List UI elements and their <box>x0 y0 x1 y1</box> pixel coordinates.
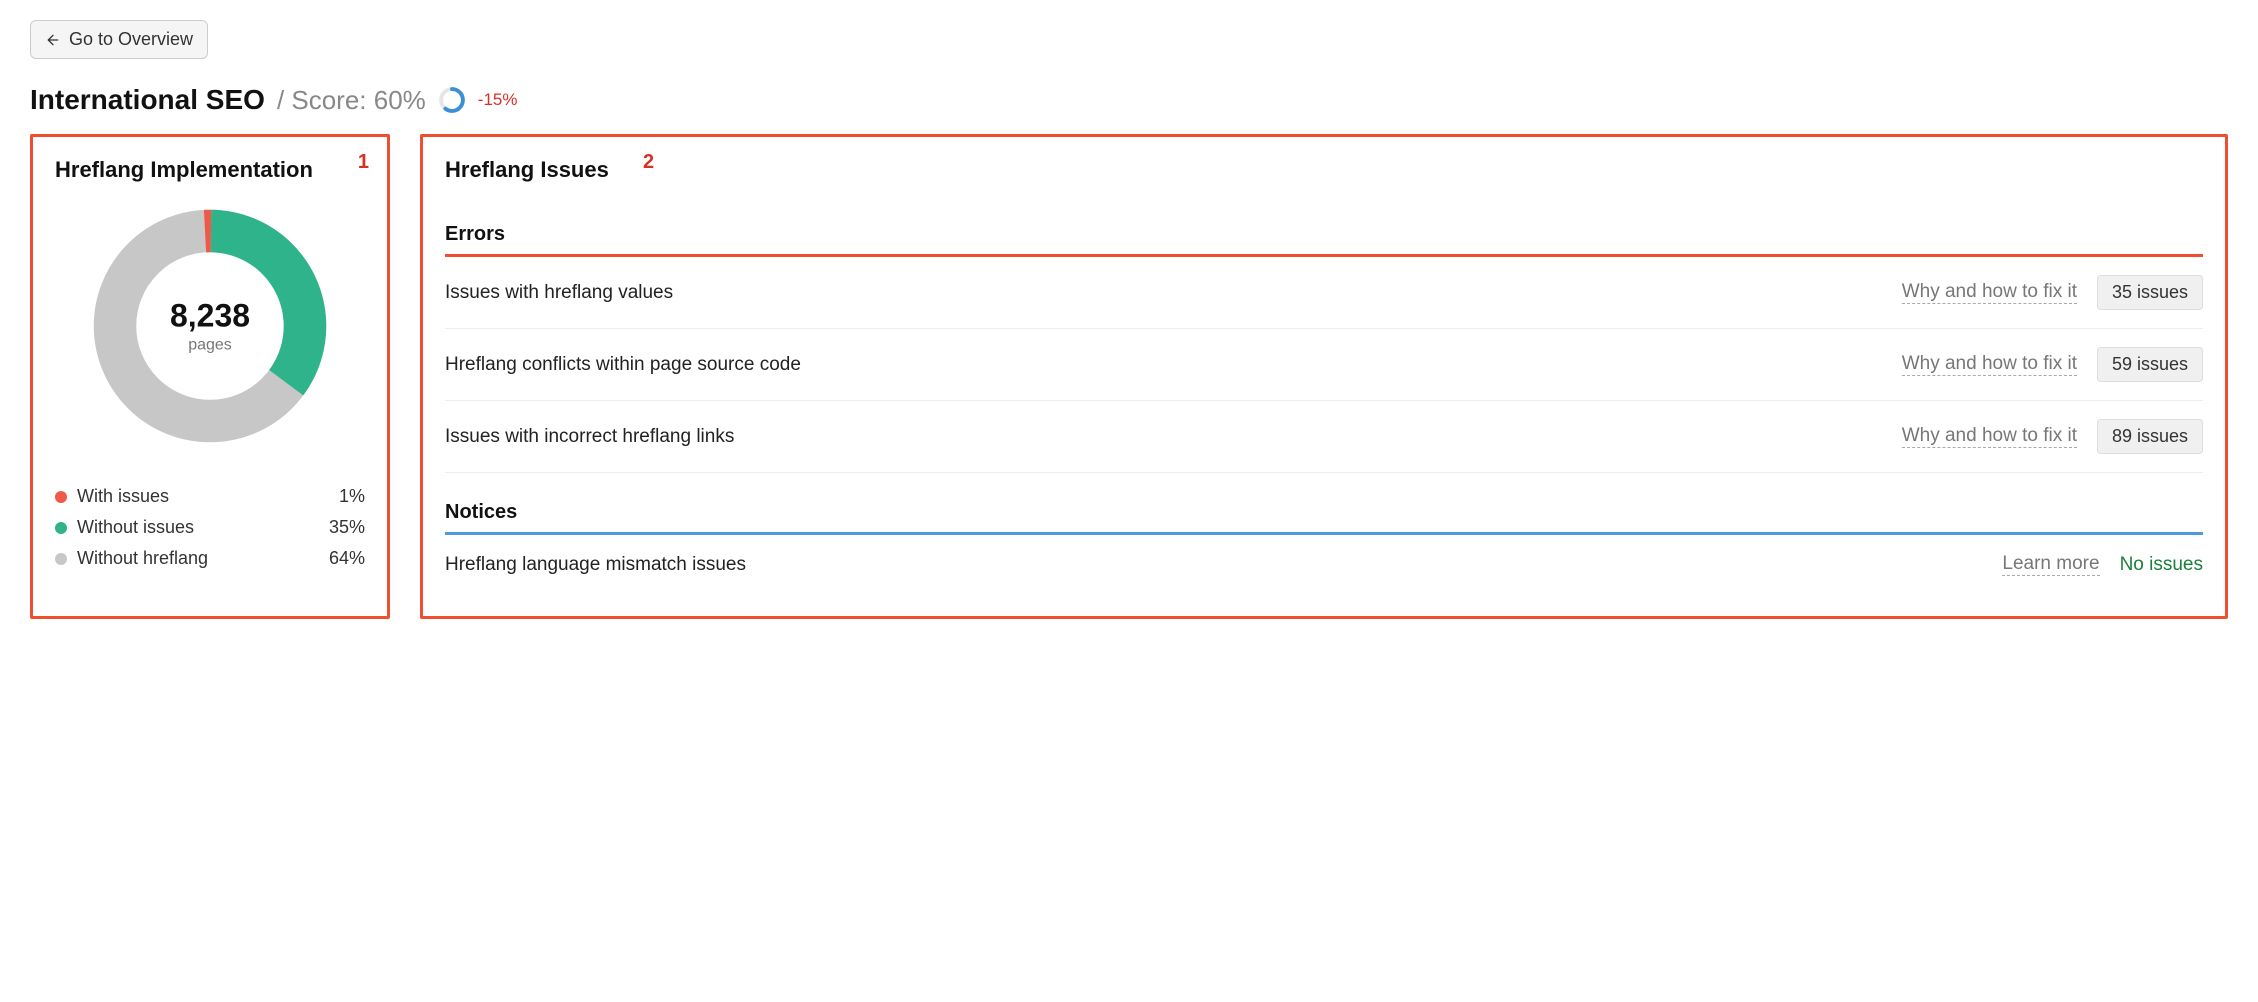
issue-row: Hreflang language mismatch issues Learn … <box>445 535 2203 594</box>
legend-value: 35% <box>329 517 365 538</box>
issue-count-button[interactable]: 35 issues <box>2097 275 2203 310</box>
issues-panel: 2 Hreflang Issues Errors Issues with hre… <box>420 134 2228 619</box>
fix-link[interactable]: Why and how to fix it <box>1902 353 2077 376</box>
legend-label: Without issues <box>77 517 194 538</box>
issue-count-button[interactable]: 59 issues <box>2097 347 2203 382</box>
score-donut-icon <box>438 86 466 114</box>
score-label: / Score: 60% <box>277 85 426 116</box>
issues-title: Hreflang Issues <box>445 157 2203 183</box>
legend-label: Without hreflang <box>77 548 208 569</box>
legend: With issues 1% Without issues 35% Withou… <box>55 481 365 574</box>
implementation-title: Hreflang Implementation <box>55 157 365 183</box>
fix-link[interactable]: Why and how to fix it <box>1902 281 2077 304</box>
title-row: International SEO / Score: 60% -15% <box>30 84 2228 116</box>
donut-total: 8,238 <box>170 298 250 335</box>
issue-count-button[interactable]: 89 issues <box>2097 419 2203 454</box>
panels-container: 1 Hreflang Implementation 8,238 pages Wi… <box>30 134 2228 619</box>
go-to-overview-button[interactable]: Go to Overview <box>30 20 208 59</box>
issue-name: Hreflang conflicts within page source co… <box>445 354 1882 376</box>
dot-icon <box>55 553 67 565</box>
annotation-1: 1 <box>358 151 369 174</box>
page-title: International SEO <box>30 84 265 116</box>
arrow-left-icon <box>45 32 61 48</box>
issue-name: Hreflang language mismatch issues <box>445 554 1982 576</box>
score-delta: -15% <box>478 90 518 110</box>
donut-center: 8,238 pages <box>170 298 250 355</box>
no-issues-label[interactable]: No issues <box>2120 554 2203 576</box>
legend-label: With issues <box>77 486 169 507</box>
legend-value: 64% <box>329 548 365 569</box>
errors-section-title: Errors <box>445 223 2203 246</box>
legend-item-with-issues[interactable]: With issues 1% <box>55 481 365 512</box>
donut-unit: pages <box>170 337 250 355</box>
learn-more-link[interactable]: Learn more <box>2002 553 2099 576</box>
issue-name: Issues with incorrect hreflang links <box>445 426 1882 448</box>
annotation-2: 2 <box>643 151 654 174</box>
back-button-label: Go to Overview <box>69 29 193 50</box>
implementation-donut-chart: 8,238 pages <box>55 201 365 451</box>
issue-row: Issues with hreflang values Why and how … <box>445 257 2203 329</box>
legend-value: 1% <box>339 486 365 507</box>
dot-icon <box>55 522 67 534</box>
dot-icon <box>55 491 67 503</box>
implementation-panel: 1 Hreflang Implementation 8,238 pages Wi… <box>30 134 390 619</box>
legend-item-without-hreflang[interactable]: Without hreflang 64% <box>55 543 365 574</box>
issue-row: Issues with incorrect hreflang links Why… <box>445 401 2203 473</box>
fix-link[interactable]: Why and how to fix it <box>1902 425 2077 448</box>
notices-section-title: Notices <box>445 501 2203 524</box>
issue-name: Issues with hreflang values <box>445 282 1882 304</box>
legend-item-without-issues[interactable]: Without issues 35% <box>55 512 365 543</box>
issue-row: Hreflang conflicts within page source co… <box>445 329 2203 401</box>
